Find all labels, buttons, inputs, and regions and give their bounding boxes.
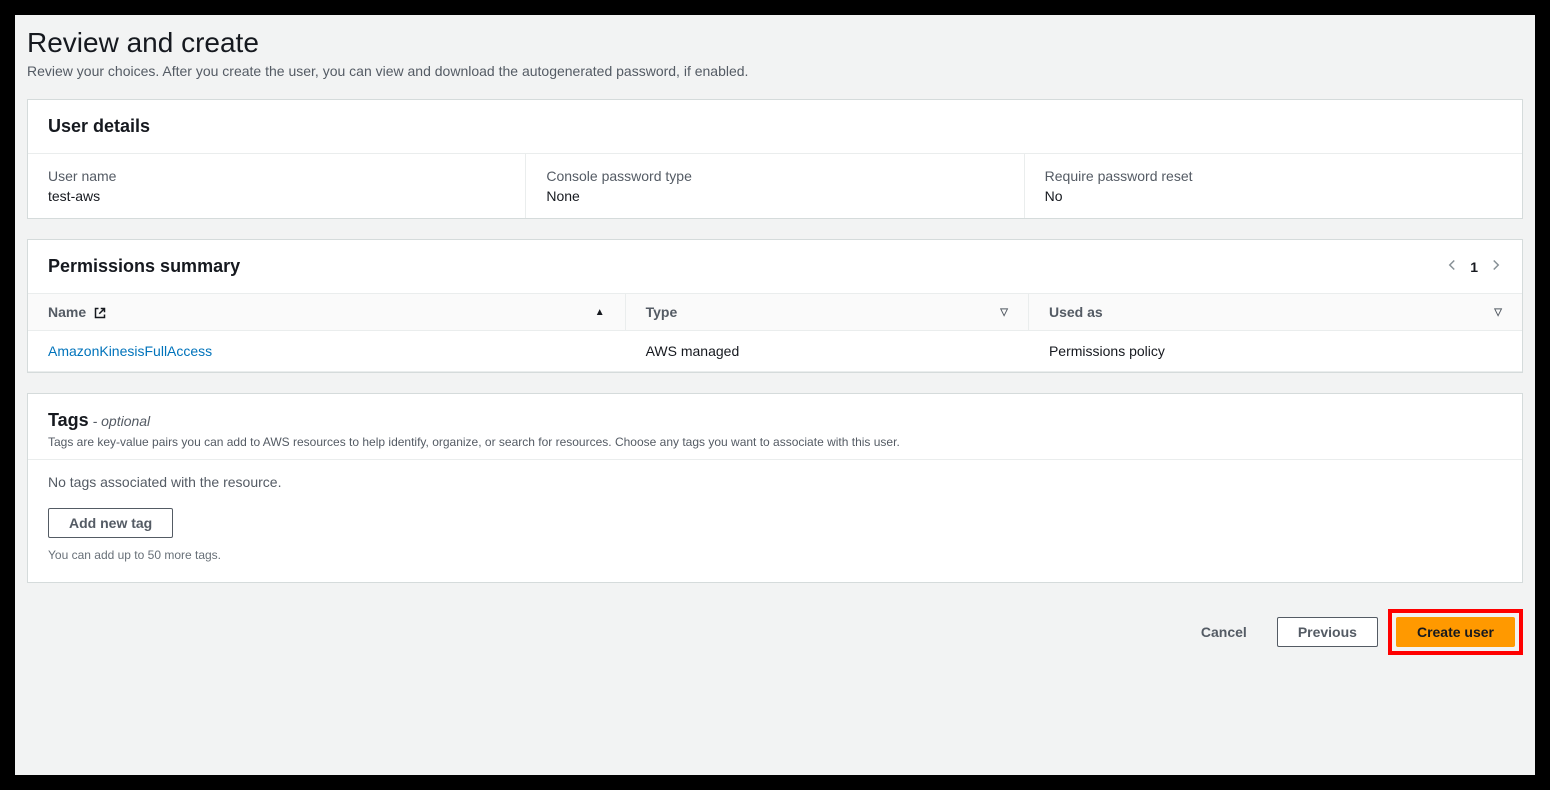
require-reset-value: No: [1045, 188, 1502, 204]
tag-limit-text: You can add up to 50 more tags.: [48, 548, 1502, 562]
policy-name-link[interactable]: AmazonKinesisFullAccess: [48, 343, 212, 359]
column-type-label: Type: [646, 304, 678, 320]
policy-type-value: AWS managed: [626, 331, 1029, 371]
cancel-button[interactable]: Cancel: [1181, 618, 1267, 646]
chevron-left-icon[interactable]: [1446, 258, 1458, 276]
filter-icon: ▽: [1494, 307, 1502, 318]
external-link-icon: [94, 307, 106, 319]
permissions-summary-card: Permissions summary 1 Name ▲: [27, 239, 1523, 373]
user-details-card: User details User name test-aws Console …: [27, 99, 1523, 219]
column-type[interactable]: Type ▽: [626, 294, 1029, 330]
create-user-button[interactable]: Create user: [1396, 617, 1515, 647]
username-value: test-aws: [48, 188, 505, 204]
page-number: 1: [1470, 259, 1478, 275]
tags-card: Tags - optional Tags are key-value pairs…: [27, 393, 1523, 583]
column-used-as-label: Used as: [1049, 304, 1103, 320]
page-subtitle: Review your choices. After you create th…: [27, 63, 1523, 79]
username-label: User name: [48, 168, 505, 184]
footer-actions: Cancel Previous Create user: [27, 603, 1523, 661]
page-title: Review and create: [27, 27, 1523, 59]
policy-used-as-value: Permissions policy: [1029, 331, 1522, 371]
table-row: AmazonKinesisFullAccess AWS managed Perm…: [28, 331, 1522, 372]
no-tags-message: No tags associated with the resource.: [48, 474, 1502, 490]
permissions-table-header: Name ▲ Type ▽ Used as ▽: [28, 294, 1522, 331]
sort-ascending-icon: ▲: [595, 307, 605, 318]
column-used-as[interactable]: Used as ▽: [1029, 294, 1522, 330]
require-reset-label: Require password reset: [1045, 168, 1502, 184]
pagination: 1: [1446, 258, 1502, 276]
tags-description: Tags are key-value pairs you can add to …: [48, 435, 1502, 449]
filter-icon: ▽: [1000, 307, 1008, 318]
user-details-heading: User details: [48, 116, 150, 137]
permissions-heading: Permissions summary: [48, 256, 240, 277]
highlight-annotation: Create user: [1388, 609, 1523, 655]
previous-button[interactable]: Previous: [1277, 617, 1378, 647]
tags-heading: Tags: [48, 410, 89, 430]
chevron-right-icon[interactable]: [1490, 258, 1502, 276]
add-new-tag-button[interactable]: Add new tag: [48, 508, 173, 538]
tags-optional-label: - optional: [93, 413, 151, 429]
password-type-label: Console password type: [546, 168, 1003, 184]
column-name[interactable]: Name ▲: [28, 294, 626, 330]
password-type-value: None: [546, 188, 1003, 204]
column-name-label: Name: [48, 304, 86, 320]
